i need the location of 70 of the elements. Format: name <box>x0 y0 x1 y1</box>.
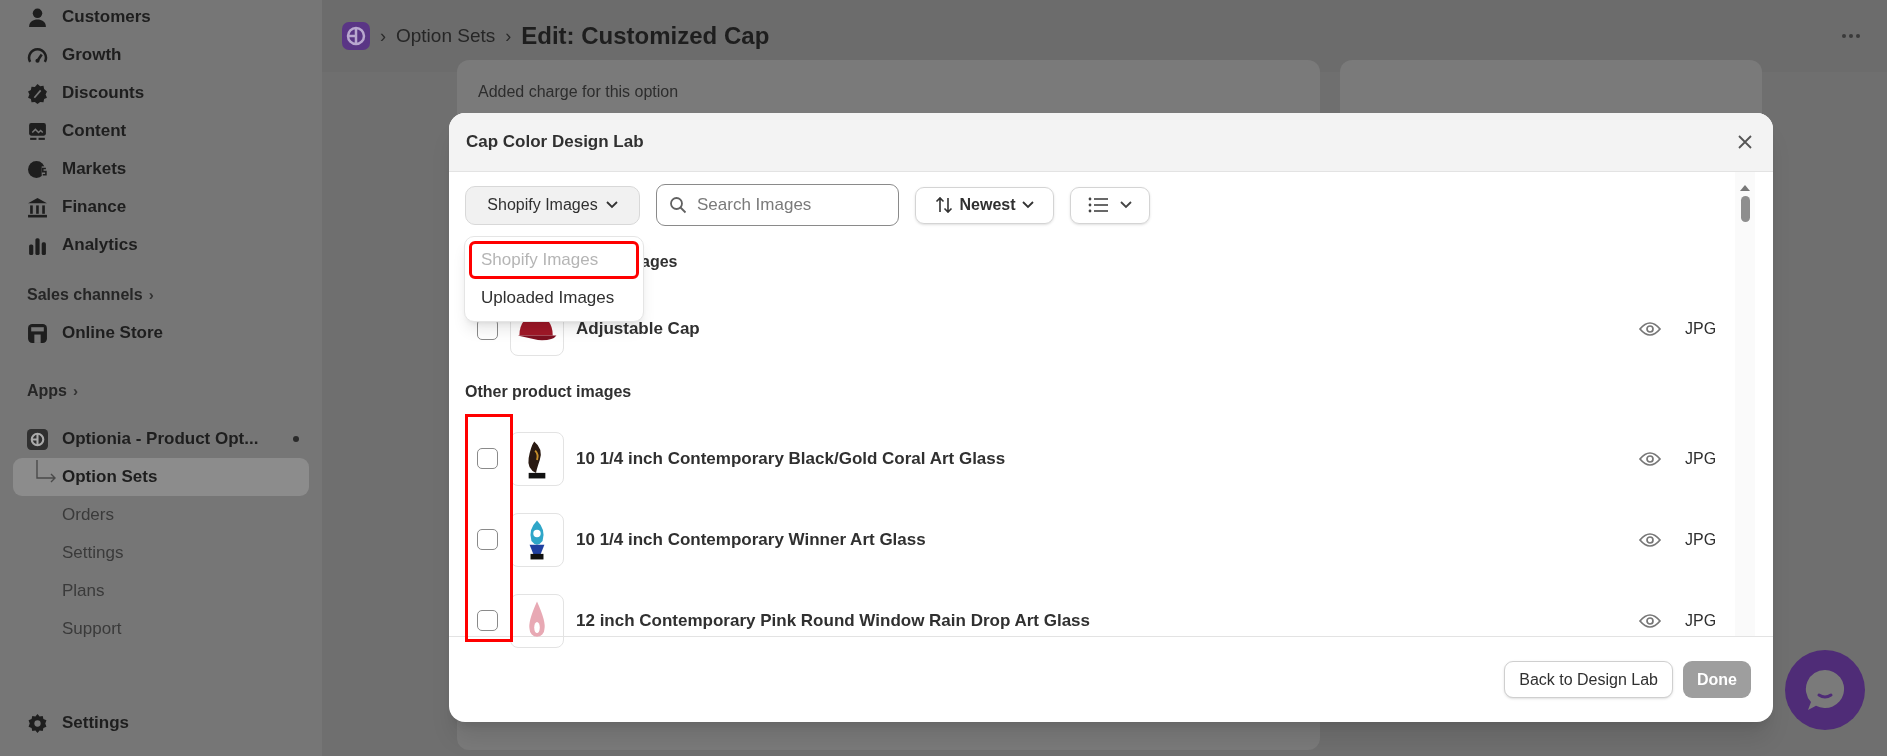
nav-item[interactable]: Finance <box>13 188 309 226</box>
eye-icon[interactable] <box>1639 531 1661 548</box>
section-heading[interactable]: Sales channels › <box>13 276 309 314</box>
breadcrumb-separator: › <box>380 24 386 48</box>
nav-item[interactable]: Plans <box>13 572 309 610</box>
nav-item[interactable]: Growth <box>13 36 309 74</box>
source-dropdown[interactable]: Shopify Images <box>465 185 640 225</box>
breadcrumb-link[interactable]: Option Sets <box>396 21 496 51</box>
chevron-down-icon <box>605 201 618 209</box>
image-name: 12 inch Contemporary Pink Round Window Rain Drop Art Glass <box>576 609 1091 632</box>
nav-item[interactable]: Online Store <box>13 314 309 352</box>
file-format: JPG <box>1685 610 1718 631</box>
file-format: JPG <box>1685 319 1718 339</box>
sort-button[interactable]: Newest <box>915 186 1054 224</box>
nav-icon <box>27 6 48 28</box>
dropdown-option[interactable]: Uploaded Images <box>469 279 639 317</box>
scrollbar[interactable] <box>1735 172 1755 636</box>
page-title: Edit: Customized Cap <box>521 21 770 51</box>
dialog-button[interactable]: Back to Design Lab <box>1504 661 1673 698</box>
nav-item[interactable]: Markets <box>13 150 309 188</box>
nav-item[interactable]: Content <box>13 112 309 150</box>
chevron-right-icon: › <box>73 379 78 403</box>
nav-icon <box>27 120 48 142</box>
checkbox[interactable] <box>477 448 498 469</box>
dropdown-option: Shopify Images <box>469 241 639 279</box>
search-icon <box>669 196 687 214</box>
search-field[interactable]: Search Images <box>656 184 899 226</box>
nav-item[interactable]: Customers <box>13 0 309 36</box>
checkbox[interactable] <box>477 529 498 550</box>
nav-item[interactable]: Optionia - Product Opt... <box>13 420 309 458</box>
image-name: 10 1/4 inch Contemporary Black/Gold Coral Art Glass <box>576 447 1007 470</box>
nav-icon <box>27 322 48 344</box>
scroll-up-icon[interactable] <box>1739 184 1751 192</box>
view-button[interactable] <box>1070 186 1150 224</box>
image-name: 10 1/4 inch Contemporary Winner Art Glass <box>576 528 927 551</box>
nav-icon <box>27 158 48 180</box>
nav-icon <box>27 82 48 104</box>
nav-item[interactable]: Analytics <box>13 226 309 264</box>
field-help-text: Added charge for this option <box>478 82 680 102</box>
list-icon <box>1088 197 1108 213</box>
nav-item[interactable]: Discounts <box>13 74 309 112</box>
app-icon <box>27 428 48 450</box>
nav-item[interactable]: Orders <box>13 496 309 534</box>
nav-item[interactable]: Support <box>13 610 309 648</box>
image-name: Adjustable Cap <box>576 318 701 341</box>
chat-bubble-icon <box>1804 668 1846 712</box>
nav-item[interactable]: Settings <box>13 534 309 572</box>
breadcrumb-separator: › <box>505 24 512 48</box>
nav-icon <box>27 196 48 218</box>
settings-icon <box>27 712 48 734</box>
more-icon[interactable] <box>1841 33 1861 39</box>
dialog-title: Cap Color Design Lab <box>466 131 644 154</box>
chevron-right-icon: › <box>148 283 154 307</box>
section-heading[interactable]: Apps › <box>13 372 309 410</box>
file-format: JPG <box>1685 529 1718 550</box>
chevron-down-icon <box>1120 201 1132 209</box>
nav-item[interactable]: Settings <box>13 704 309 742</box>
scrollbar-thumb[interactable] <box>1740 196 1750 222</box>
checkbox[interactable] <box>477 610 498 631</box>
section-heading: Other product images <box>465 382 632 402</box>
eye-icon[interactable] <box>1639 450 1661 467</box>
close-icon[interactable] <box>1737 134 1753 150</box>
eye-icon[interactable] <box>1639 612 1661 629</box>
eye-icon[interactable] <box>1639 321 1661 337</box>
sort-icon <box>935 196 954 214</box>
chevron-down-icon <box>1021 201 1034 209</box>
nav-item[interactable]: Option Sets <box>13 458 309 496</box>
app-logo-icon <box>342 22 370 50</box>
dialog-button: Done <box>1683 661 1751 698</box>
file-format: JPG <box>1685 448 1718 469</box>
